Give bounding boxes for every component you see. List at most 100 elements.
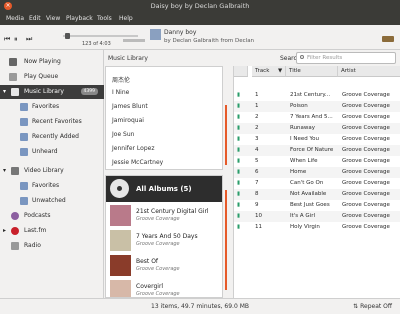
sidebar-item-now-playing[interactable]: Now Playing [0, 55, 104, 69]
table-row[interactable]: ▮ 7 Can't Go On Groove Coverage [234, 178, 400, 189]
album-artist: Groove Coverage [136, 216, 180, 222]
playing-indicator-icon: ▮ [237, 224, 241, 230]
search-input[interactable]: Filter Results [296, 52, 396, 64]
expand-arrow-icon[interactable]: ▸ [3, 227, 6, 234]
playlist-icon [20, 182, 28, 190]
table-row[interactable]: ▮ 2 Runaway Groove Coverage [234, 123, 400, 134]
sidebar-item-music-library[interactable]: ▾ Music Library 4399 [0, 85, 104, 99]
table-row[interactable]: ▮ 1 Poison Groove Coverage [234, 101, 400, 112]
album-title: 21st Century Digital Girl [136, 208, 209, 215]
sidebar-item-favorites[interactable]: Favorites [0, 100, 104, 114]
volume-slider[interactable] [123, 39, 145, 42]
sidebar-item-recent-favorites[interactable]: Recent Favorites [0, 115, 104, 129]
seek-knob[interactable] [65, 33, 71, 39]
table-row[interactable]: ▮ 10 It's A Girl Groove Coverage [234, 211, 400, 222]
table-row[interactable]: ▮ 3 I Need You Groove Coverage [234, 134, 400, 145]
track-column-header[interactable]: Track ▼ [252, 66, 286, 77]
menu-playback[interactable]: Playback [66, 15, 93, 22]
table-row[interactable]: ▮ 9 Best Just Goes Groove Coverage [234, 200, 400, 211]
playlist-icon [20, 133, 28, 141]
album-cover [110, 280, 131, 297]
sidebar-item-video-favorites[interactable]: Favorites [0, 179, 104, 193]
track-artist: Groove Coverage [342, 158, 390, 164]
column-label: Title [289, 68, 301, 74]
sidebar-item-play-queue[interactable]: Play Queue [0, 70, 104, 84]
track-title: Holy Virgin [290, 224, 320, 230]
track-number: 1 [255, 92, 259, 98]
sidebar-item-lastfm[interactable]: ▸ Last.fm [0, 224, 104, 238]
table-row[interactable]: ▮ 1 21st Century... Groove Coverage [234, 90, 400, 101]
cover-art-toggle-icon[interactable] [382, 36, 394, 42]
menu-media[interactable]: Media [6, 15, 24, 22]
previous-icon[interactable]: ⏮ [4, 35, 10, 44]
album-item[interactable]: Covergirl Groove Coverage [106, 278, 222, 297]
table-row[interactable]: ▮ 5 When Life Groove Coverage [234, 156, 400, 167]
table-row[interactable]: ▮ 2 7 Years And 5... Groove Coverage [234, 112, 400, 123]
playing-indicator-header[interactable] [234, 66, 248, 77]
artist-item[interactable]: James Blunt [112, 103, 148, 110]
playing-indicator-icon: ▮ [237, 158, 241, 164]
table-row[interactable]: ▮ 11 Holy Virgin Groove Coverage [234, 222, 400, 233]
sidebar-item-unheard[interactable]: Unheard [0, 145, 104, 159]
artist-item[interactable]: Jessie McCartney [112, 159, 163, 166]
menu-view[interactable]: View [46, 15, 60, 22]
sidebar-item-label: Unheard [32, 148, 58, 155]
playing-indicator-icon: ▮ [237, 202, 241, 208]
artist-item[interactable]: Jennifer Lopez [112, 145, 154, 152]
track-number: 2 [255, 125, 259, 131]
artist-item[interactable]: Joe Sun [112, 131, 134, 138]
sidebar-item-video-library[interactable]: ▾ Video Library [0, 164, 104, 178]
menu-tools[interactable]: Tools [97, 15, 112, 22]
seek-slider[interactable] [63, 33, 138, 39]
artist-browser[interactable]: 周杰伦 I Nine James Blunt Jamiroquai Joe Su… [105, 66, 223, 170]
window-title: Daisy boy by Declan Galbraith [150, 2, 250, 10]
sidebar-item-radio[interactable]: Radio [0, 239, 104, 253]
search-placeholder: Filter Results [307, 55, 343, 61]
album-item[interactable]: 7 Years And 50 Days Groove Coverage [106, 228, 222, 252]
title-bar: × Daisy boy by Declan Galbraith [0, 0, 400, 12]
track-title: Runaway [290, 125, 316, 131]
album-scrollbar[interactable] [225, 190, 227, 290]
sidebar-item-label: Unwatched [32, 197, 66, 204]
next-icon[interactable]: ⏭ [26, 35, 32, 44]
track-title: 7 Years And 5... [290, 114, 333, 120]
sidebar-item-unwatched[interactable]: Unwatched [0, 194, 104, 208]
menu-edit[interactable]: Edit [29, 15, 41, 22]
album-item[interactable]: 21st Century Digital Girl Groove Coverag… [106, 203, 222, 227]
sidebar-item-recently-added[interactable]: Recently Added [0, 130, 104, 144]
track-number: 4 [255, 147, 259, 153]
all-albums-item[interactable]: All Albums (5) [106, 176, 222, 202]
track-artist: Groove Coverage [342, 191, 390, 197]
sidebar-item-podcasts[interactable]: Podcasts [0, 209, 104, 223]
player-toolbar: ⏮ ⏸ ⏭ 123 of 4:03 Danny boy by Declan Ga… [0, 25, 400, 50]
track-artist: Groove Coverage [342, 92, 390, 98]
album-browser[interactable]: All Albums (5) 21st Century Digital Girl… [105, 175, 223, 298]
collapse-arrow-icon[interactable]: ▾ [3, 88, 6, 95]
sidebar-item-label: Last.fm [24, 227, 47, 234]
column-label: Artist [341, 68, 356, 74]
track-artist: Groove Coverage [342, 125, 390, 131]
pause-icon[interactable]: ⏸ [14, 35, 18, 44]
table-row[interactable]: ▮ 6 Home Groove Coverage [234, 167, 400, 178]
source-sidebar: Now Playing Play Queue ▾ Music Library 4… [0, 50, 104, 298]
now-playing-cover [150, 29, 161, 40]
album-artist: Groove Coverage [136, 241, 180, 247]
artist-scrollbar[interactable] [225, 105, 227, 165]
artist-item[interactable]: 周杰伦 [112, 75, 130, 84]
playlist-icon [20, 118, 28, 126]
all-albums-label: All Albums (5) [136, 185, 192, 193]
table-row[interactable]: ▮ 8 Not Available Groove Coverage [234, 189, 400, 200]
menu-help[interactable]: Help [119, 15, 133, 22]
album-item[interactable]: Best Of Groove Coverage [106, 253, 222, 277]
table-row[interactable]: ▮ 4 Force Of Nature Groove Coverage [234, 145, 400, 156]
collapse-arrow-icon[interactable]: ▾ [3, 167, 6, 174]
track-title: When Life [290, 158, 318, 164]
title-column-header[interactable]: Title [286, 66, 338, 77]
artist-item[interactable]: I Nine [112, 89, 129, 96]
track-title: It's A Girl [290, 213, 315, 219]
repeat-button[interactable]: ⇅ Repeat Off [353, 303, 392, 310]
sidebar-item-label: Now Playing [24, 58, 61, 65]
artist-column-header[interactable]: Artist [338, 66, 400, 77]
artist-item[interactable]: Jamiroquai [112, 117, 144, 124]
track-list[interactable]: Track ▼ Title Artist ▮ 1 21st Century... … [233, 66, 400, 298]
